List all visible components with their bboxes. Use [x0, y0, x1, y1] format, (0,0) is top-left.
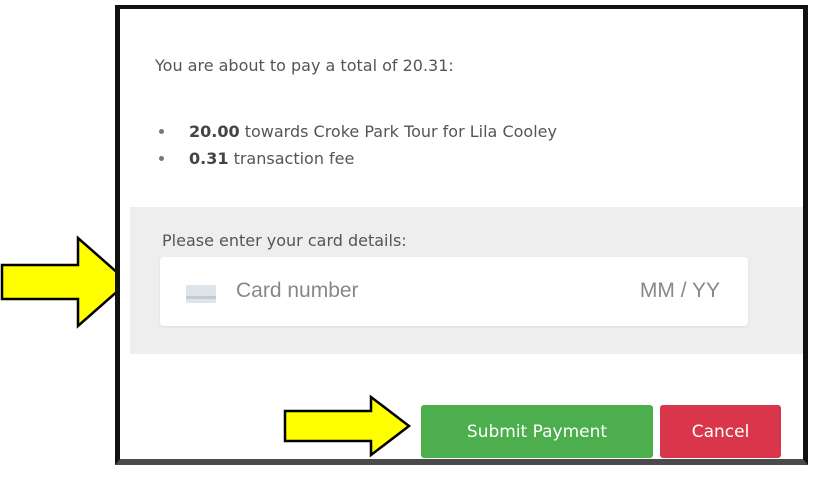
cancel-button[interactable]: Cancel — [660, 405, 781, 458]
list-item: 20.00 towards Croke Park Tour for Lila C… — [155, 118, 557, 145]
card-details-label: Please enter your card details: — [162, 231, 407, 250]
payment-dialog: You are about to pay a total of 20.31: 2… — [115, 5, 808, 465]
payment-breakdown-list: 20.00 towards Croke Park Tour for Lila C… — [155, 118, 557, 172]
card-input-field[interactable] — [160, 257, 748, 326]
payment-summary: You are about to pay a total of 20.31: — [155, 56, 454, 75]
bullet-icon — [159, 129, 164, 134]
list-item: 0.31 transaction fee — [155, 145, 557, 172]
item-description: towards Croke Park Tour for Lila Cooley — [244, 122, 557, 141]
submit-payment-button[interactable]: Submit Payment — [421, 405, 653, 458]
card-stripe — [186, 296, 216, 299]
credit-card-icon — [186, 285, 216, 303]
item-amount: 20.00 — [189, 122, 240, 141]
card-number-input[interactable] — [236, 279, 516, 303]
bullet-icon — [159, 156, 164, 161]
arrow-right-icon — [283, 394, 412, 458]
item-description: transaction fee — [233, 149, 355, 168]
card-details-panel: Please enter your card details: — [130, 207, 803, 354]
item-amount: 0.31 — [189, 149, 229, 168]
arrow-right-icon — [0, 235, 130, 329]
screenshot-stage: You are about to pay a total of 20.31: 2… — [0, 0, 816, 488]
card-expiry-input[interactable] — [610, 279, 720, 303]
